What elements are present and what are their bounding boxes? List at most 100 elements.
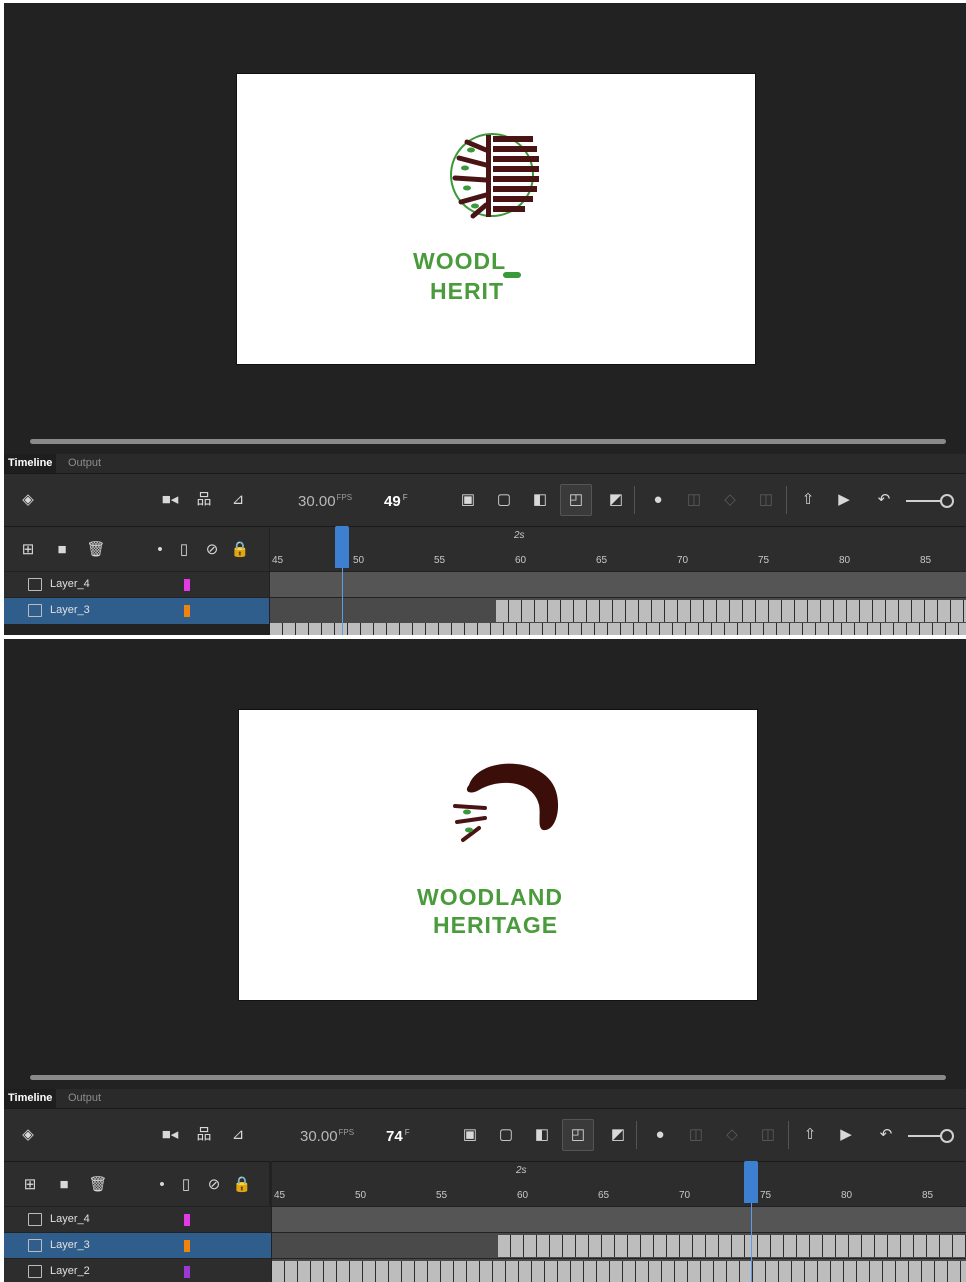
brand-dot <box>503 272 521 278</box>
swap-icon: ◇ <box>724 491 736 508</box>
delete-frame-icon[interactable]: ◩ <box>608 1126 628 1144</box>
insert-frame-icon[interactable]: ◧ <box>530 491 550 509</box>
auto-keyframe-icon[interactable]: ◰ <box>560 484 592 516</box>
layer-color-swatch[interactable] <box>184 579 190 591</box>
layer-color-swatch[interactable] <box>184 1240 190 1252</box>
hide-icon[interactable]: ⊘ <box>202 541 222 559</box>
new-layer-icon[interactable]: ⊞ <box>20 1176 40 1194</box>
playhead[interactable] <box>335 526 349 568</box>
panel-tabs: Timeline Output <box>4 1089 966 1108</box>
hide-icon[interactable]: ⊘ <box>204 1176 224 1194</box>
layers-icon[interactable]: ◈ <box>18 1126 38 1144</box>
export-icon[interactable]: ⇧ <box>800 1126 820 1144</box>
loop-icon[interactable]: ↶ <box>874 491 894 509</box>
highlight-icon[interactable]: • <box>150 541 170 559</box>
layers-icon[interactable]: ◈ <box>18 491 38 509</box>
keyframe-strip[interactable] <box>272 1261 966 1282</box>
layer-row-layer3[interactable]: Layer_3 <box>4 597 269 624</box>
tab-timeline[interactable]: Timeline <box>4 454 57 473</box>
lock-icon[interactable]: 🔒 <box>232 1176 252 1194</box>
layer-row-layer3[interactable]: Layer_3 <box>4 1232 271 1259</box>
panel-tabs: Timeline Output <box>4 454 966 473</box>
delete-layer-icon[interactable]: 🗑 <box>88 1176 108 1194</box>
outline-icon[interactable]: ▯ <box>174 541 194 559</box>
fps-display[interactable]: 30.00FPS <box>298 493 352 510</box>
stage-canvas[interactable]: WOODL HERIT <box>236 73 756 365</box>
onion-skin-icon[interactable]: ● <box>650 1126 670 1144</box>
layer-name: Layer_4 <box>50 578 90 590</box>
onion-skin-icon[interactable]: ● <box>648 491 668 509</box>
ruler-tick: 70 <box>679 1190 691 1201</box>
play-icon[interactable]: ▶ <box>834 491 854 509</box>
track-layer2-partial[interactable] <box>270 623 966 635</box>
ruler-tick: 65 <box>596 555 608 566</box>
export-icon[interactable]: ⇧ <box>798 491 818 509</box>
layer-icon <box>28 578 42 591</box>
bottom-panel: WOODLAND HERITAGE Timeline Output ◈ ■◂ 品… <box>4 639 966 1282</box>
track-layer3[interactable] <box>272 1232 966 1259</box>
delete-layer-icon[interactable]: 🗑 <box>86 541 106 559</box>
stage-scrollbar[interactable] <box>30 439 946 444</box>
zoom-slider-knob[interactable] <box>940 494 954 508</box>
zoom-slider[interactable] <box>906 500 942 502</box>
graph-icon[interactable]: ⊿ <box>228 491 248 509</box>
stage-canvas[interactable]: WOODLAND HERITAGE <box>238 709 758 1001</box>
tab-timeline[interactable]: Timeline <box>4 1089 57 1108</box>
auto-keyframe-icon[interactable]: ◰ <box>562 1119 594 1151</box>
layer-row-layer2[interactable]: Layer_2 <box>4 1258 271 1282</box>
tween-icon: ◫ <box>686 491 702 508</box>
ruler-tick: 55 <box>434 555 446 566</box>
insert-blank-keyframe-icon[interactable]: ▢ <box>494 491 514 509</box>
seconds-marker: 2s <box>514 530 525 541</box>
new-folder-icon[interactable]: ■ <box>52 541 72 559</box>
layer-parenting-icon[interactable]: 品 <box>194 491 214 509</box>
layer-parenting-icon[interactable]: 品 <box>194 1126 214 1144</box>
top-panel: WOODL HERIT Timeline Output ◈ ■◂ 品 ⊿ 30.… <box>4 3 966 635</box>
tab-output[interactable]: Output <box>64 1089 105 1108</box>
ruler-tick: 85 <box>922 1190 934 1201</box>
layer-row-layer4[interactable]: Layer_4 <box>4 571 269 598</box>
timeline-ruler[interactable]: 2s 45 50 55 60 65 70 75 80 85 <box>272 1161 966 1206</box>
tween-icon: ◫ <box>688 1126 704 1143</box>
graph-icon[interactable]: ⊿ <box>228 1126 248 1144</box>
layer-color-swatch[interactable] <box>184 1214 190 1226</box>
playhead[interactable] <box>744 1161 758 1203</box>
layer-color-swatch[interactable] <box>184 605 190 617</box>
track-layer4[interactable] <box>270 571 966 598</box>
zoom-slider[interactable] <box>908 1135 942 1137</box>
highlight-icon[interactable]: • <box>152 1176 172 1194</box>
delete-frame-icon[interactable]: ◩ <box>606 491 626 509</box>
zoom-slider-knob[interactable] <box>940 1129 954 1143</box>
stage-scrollbar[interactable] <box>30 1075 946 1080</box>
insert-frame-icon[interactable]: ◧ <box>532 1126 552 1144</box>
layer-icon <box>28 1213 42 1226</box>
keyframe-strip[interactable] <box>496 600 966 622</box>
track-layer2[interactable] <box>272 1258 966 1282</box>
new-layer-icon[interactable]: ⊞ <box>18 541 38 559</box>
insert-keyframe-icon[interactable]: ▣ <box>460 1126 480 1144</box>
layer-color-swatch[interactable] <box>184 1266 190 1278</box>
outline-icon[interactable]: ▯ <box>176 1176 196 1194</box>
insert-blank-keyframe-icon[interactable]: ▢ <box>496 1126 516 1144</box>
layer-icon <box>28 604 42 617</box>
layer-row-layer4[interactable]: Layer_4 <box>4 1206 271 1233</box>
lock-icon[interactable]: 🔒 <box>230 541 250 559</box>
camera-icon[interactable]: ■◂ <box>160 1126 180 1144</box>
ruler-tick: 45 <box>274 1190 286 1201</box>
track-layer4[interactable] <box>272 1206 966 1233</box>
tab-output[interactable]: Output <box>64 454 105 473</box>
new-folder-icon[interactable]: ■ <box>54 1176 74 1194</box>
insert-keyframe-icon[interactable]: ▣ <box>458 491 478 509</box>
frame-display[interactable]: 49 F <box>384 493 408 510</box>
play-icon[interactable]: ▶ <box>836 1126 856 1144</box>
camera-icon[interactable]: ■◂ <box>160 491 180 509</box>
timeline-toolbar: ◈ ■◂ 品 ⊿ 30.00FPS 49 F ▣ ▢ ◧ ◰ ◩ ● ◫ ◇ ◫ … <box>4 473 966 526</box>
ruler-tick: 80 <box>841 1190 853 1201</box>
track-layer3[interactable] <box>270 597 966 624</box>
timeline-ruler[interactable]: 2s 45 50 55 60 65 70 75 80 85 <box>270 526 966 571</box>
ruler-tick: 70 <box>677 555 689 566</box>
loop-icon[interactable]: ↶ <box>876 1126 896 1144</box>
fps-display[interactable]: 30.00FPS <box>300 1128 354 1145</box>
keyframe-strip[interactable] <box>498 1235 966 1257</box>
frame-display[interactable]: 74 F <box>386 1128 410 1145</box>
